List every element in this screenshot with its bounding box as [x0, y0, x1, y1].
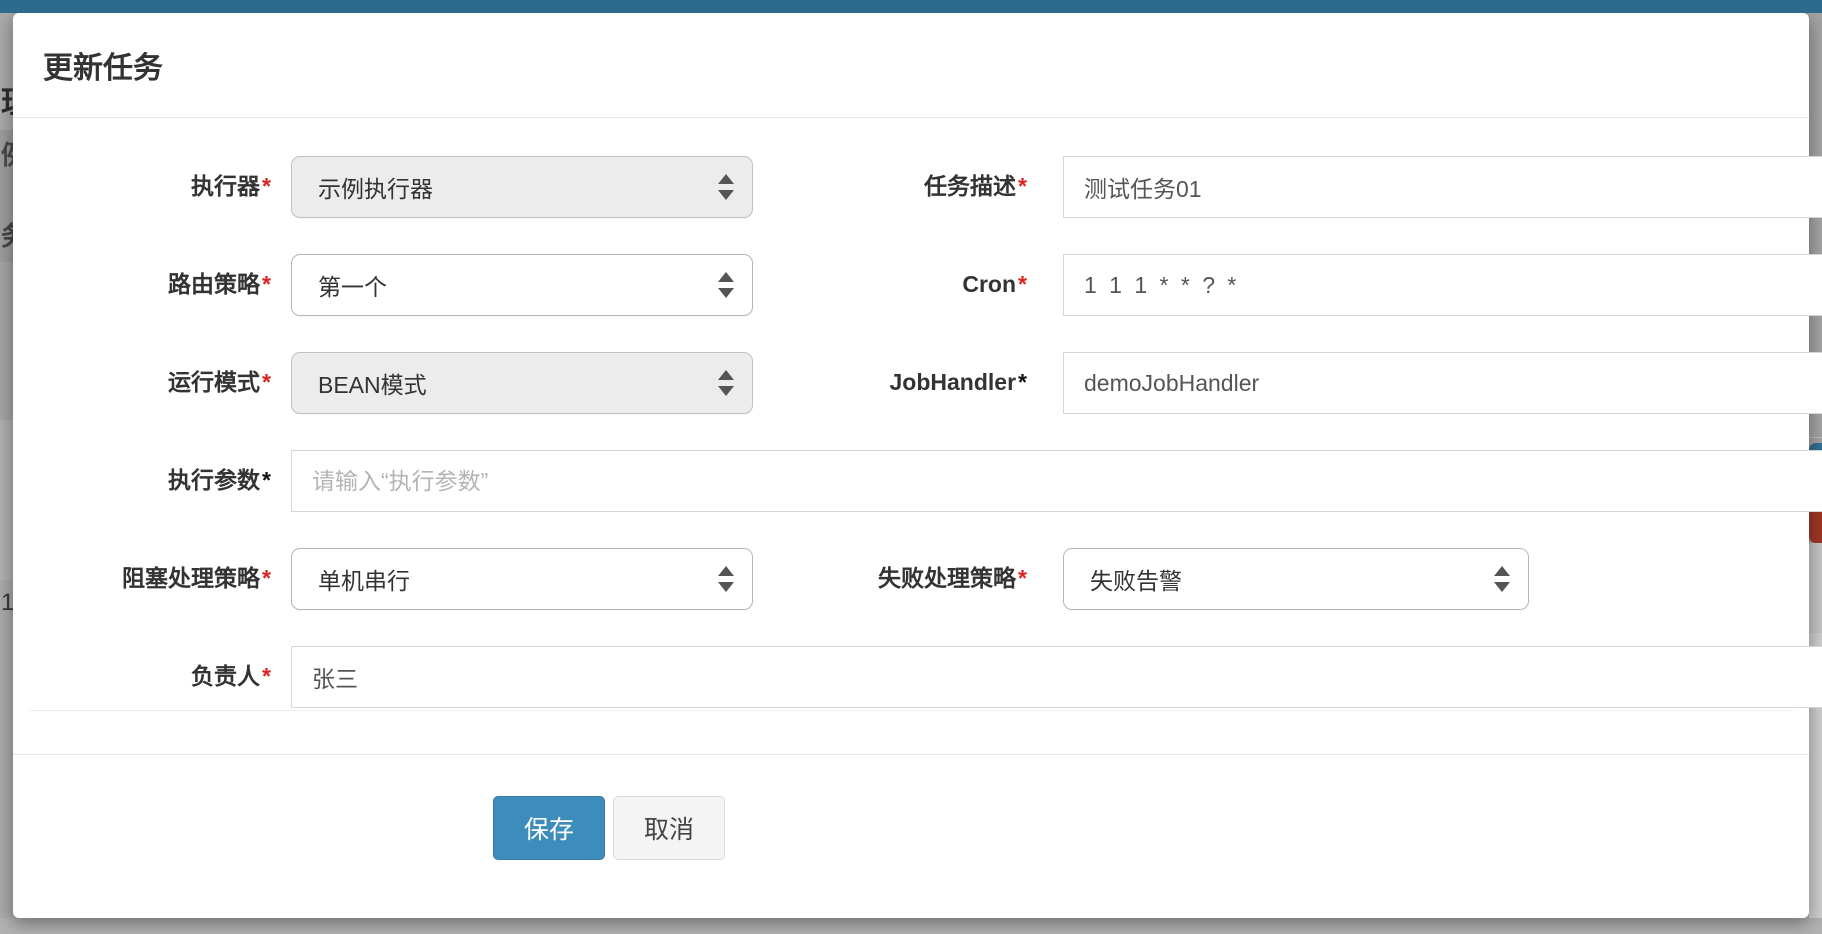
form-row: 运行模式* BEAN模式 JobHandler*	[13, 352, 1809, 414]
background-text-fragment: 1	[1, 589, 13, 617]
required-star: *	[1018, 271, 1027, 297]
jobhandler-label: JobHandler*	[753, 370, 1063, 395]
block-strategy-select[interactable]: 单机串行	[291, 548, 753, 610]
cancel-button[interactable]: 取消	[613, 796, 725, 860]
required-star: *	[262, 467, 271, 493]
background-text-fragment: 务	[1, 216, 13, 253]
run-mode-label: 运行模式*	[13, 370, 291, 395]
form-row: 路由策略* 第一个 Cron*	[13, 254, 1809, 316]
select-arrows-icon	[1494, 566, 1510, 592]
form-row: 执行器* 示例执行器 任务描述*	[13, 156, 1809, 218]
run-mode-select[interactable]: BEAN模式	[291, 352, 753, 414]
required-star: *	[262, 369, 271, 395]
required-star: *	[1018, 369, 1027, 395]
background-text-fragment: 例	[1, 135, 13, 172]
fail-strategy-label: 失败处理策略*	[753, 566, 1063, 591]
modal-header: 更新任务	[13, 13, 1809, 118]
required-star: *	[262, 271, 271, 297]
fail-strategy-select[interactable]: 失败告警	[1063, 548, 1529, 610]
exec-param-label: 执行参数*	[13, 468, 291, 493]
form-row: 执行参数* 子任务Key*	[13, 450, 1809, 512]
background-navbar	[0, 0, 1822, 13]
footer-divider	[13, 754, 1809, 755]
save-button[interactable]: 保存	[493, 796, 605, 860]
exec-param-input[interactable]	[291, 450, 1822, 512]
job-desc-input[interactable]	[1063, 156, 1822, 218]
executor-label: 执行器*	[13, 174, 291, 199]
route-strategy-select[interactable]: 第一个	[291, 254, 753, 316]
form-divider	[29, 710, 1793, 711]
select-arrows-icon	[718, 272, 734, 298]
form-row: 负责人* 报警邮件*	[13, 646, 1809, 708]
required-star: *	[1018, 173, 1027, 199]
cron-input[interactable]	[1063, 254, 1822, 316]
owner-label: 负责人*	[13, 664, 291, 689]
route-strategy-label: 路由策略*	[13, 272, 291, 297]
required-star: *	[262, 663, 271, 689]
jobhandler-input[interactable]	[1063, 352, 1822, 414]
job-desc-label: 任务描述*	[753, 174, 1063, 199]
owner-input[interactable]	[291, 646, 1822, 708]
form-row: 阻塞处理策略* 单机串行 失败处理策略* 失败告警	[13, 548, 1809, 610]
modal-title: 更新任务	[43, 43, 163, 87]
required-star: *	[262, 173, 271, 199]
required-star: *	[1018, 565, 1027, 591]
cron-label: Cron*	[753, 272, 1063, 297]
update-task-form: 执行器* 示例执行器 任务描述* 路由策略* 第一个 Cron* 运行模式* B…	[13, 119, 1809, 744]
select-arrows-icon	[718, 370, 734, 396]
modal-footer: 保存 取消	[493, 796, 725, 860]
required-star: *	[262, 565, 271, 591]
executor-select[interactable]: 示例执行器	[291, 156, 753, 218]
block-strategy-label: 阻塞处理策略*	[13, 566, 291, 591]
select-arrows-icon	[718, 566, 734, 592]
background-page-bottom-edge	[0, 918, 1822, 934]
background-text-fragment: 理	[1, 77, 13, 122]
update-task-modal: 更新任务 执行器* 示例执行器 任务描述* 路由策略* 第一个 Cron* 运行…	[13, 13, 1809, 918]
select-arrows-icon	[718, 174, 734, 200]
background-page-left-edge: 理 例 务 1	[0, 13, 13, 934]
